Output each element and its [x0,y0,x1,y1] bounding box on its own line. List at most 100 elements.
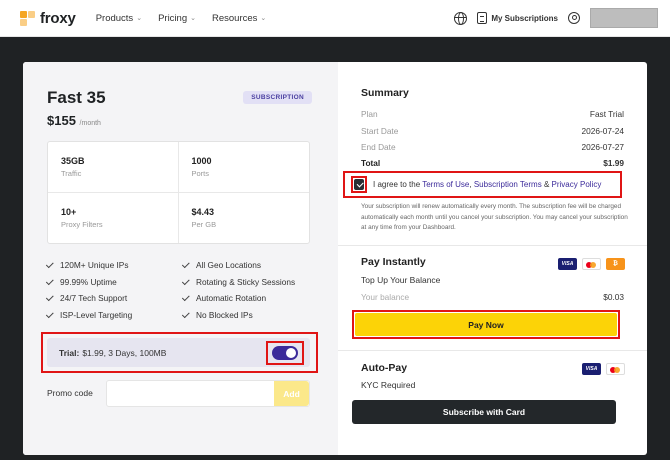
subscription-badge: SUBSCRIPTION [243,91,312,104]
nav-pricing[interactable]: Pricing ⌄ [158,13,196,24]
spec-label: Per GB [191,219,217,229]
check-icon [181,310,190,318]
check-icon [181,260,190,269]
feature-label: 120M+ Unique IPs [60,260,129,271]
summary-row-label: Start Date [361,126,399,136]
summary-row-value: Fast Trial [589,109,624,119]
feature-item: No Blocked IPs [181,309,317,321]
balance-label: Your balance [361,292,410,302]
toggle-highlight [266,341,304,365]
pay-now-highlight [352,310,620,339]
section-divider [338,245,647,246]
spec-label: Traffic [61,169,82,178]
ampersand: & [543,180,550,189]
feature-label: Automatic Rotation [196,293,267,304]
feature-label: 24/7 Tech Support [60,293,128,304]
spec-per-gb: $4.43 Per GB [179,193,310,244]
chevron-down-icon: ⌄ [190,15,196,22]
nav-products[interactable]: Products ⌄ [96,13,142,24]
feature-item: All Geo Locations [181,260,317,271]
spec-value: 10+ [61,206,77,217]
subscriptions-icon [477,12,488,24]
feature-label: ISP-Level Targeting [60,309,133,320]
my-subscriptions-label: My Subscriptions [491,13,558,23]
mastercard-icon [606,363,625,375]
check-icon [45,277,54,285]
spec-label: Proxy Filters [61,219,103,229]
section-divider [338,350,647,351]
nav-pricing-label: Pricing [158,12,188,24]
globe-icon[interactable] [454,11,468,25]
froxy-logo-icon [20,10,35,26]
feature-label: No Blocked IPs [196,309,253,320]
nav-resources-label: Resources [211,12,258,24]
redacted-username[interactable] [590,8,658,28]
nav-products-label: Products [95,12,134,24]
pay-instantly-title: Pay Instantly [361,256,426,268]
promo-code-input[interactable] [107,381,274,406]
feature-item: ISP-Level Targeting [45,309,183,321]
plan-panel: Fast 35 SUBSCRIPTION $155 /month 35GB Tr… [23,62,338,455]
check-icon [45,293,54,302]
feature-label: All Geo Locations [196,260,262,271]
agree-prefix: I agree to the [373,180,421,189]
bitcoin-icon: ₿ [606,258,625,270]
feature-label: 99.99% Uptime [60,276,117,287]
nav-resources[interactable]: Resources ⌄ [212,13,266,24]
froxy-logo[interactable]: froxy [20,10,76,27]
summary-row-total: Total $1.99 [361,158,624,168]
feature-item: 24/7 Tech Support [45,293,183,304]
checkbox-highlight [351,176,367,193]
subscribe-with-card-button[interactable]: Subscribe with Card [352,400,616,424]
privacy-policy-link[interactable]: Privacy Policy [552,180,602,189]
mastercard-icon [582,258,601,270]
price-amount: $155 [47,113,76,128]
pay-instantly-methods: VISA ₿ [558,258,625,270]
my-subscriptions-link[interactable]: My Subscriptions [477,12,558,24]
summary-row-value: 2026-07-27 [581,142,624,152]
user-icon[interactable] [568,12,580,24]
plan-price: $155 /month [47,113,101,128]
summary-row-end-date: End Date 2026-07-27 [361,142,624,152]
balance-value: $0.03 [603,292,624,302]
spec-label: Ports [191,169,210,178]
spec-value: 1000 [191,156,212,166]
summary-row-start-date: Start Date 2026-07-24 [361,126,624,136]
feature-item: 99.99% Uptime [45,276,183,288]
spec-proxy-filters: 10+ Proxy Filters [48,192,179,243]
feature-list: 120M+ Unique IPs All Geo Locations 99.99… [45,260,317,321]
plan-specs-grid: 35GB Traffic 1000 Ports 10+ Proxy Filter… [47,141,310,244]
summary-row-plan: Plan Fast Trial [361,109,624,119]
subscription-terms-link[interactable]: Subscription Terms [474,180,542,189]
feature-item: Rotating & Sticky Sessions [181,277,317,288]
summary-panel: Summary Plan Fast Trial Start Date 2026-… [338,62,647,455]
promo-code-label: Promo code [47,388,93,398]
check-icon [181,293,190,302]
renewal-fine-print: Your subscription will renew automatical… [361,203,628,231]
total-value: $1.99 [603,158,624,168]
promo-code-field: Add [106,380,310,407]
check-icon [45,310,54,318]
summary-title: Summary [361,87,409,99]
checkout-card: Fast 35 SUBSCRIPTION $155 /month 35GB Tr… [23,62,647,455]
terms-of-use-link[interactable]: Terms of Use [422,180,469,189]
total-label: Total [361,158,381,168]
spec-value: $4.43 [191,206,215,217]
summary-row-label: Plan [361,109,378,119]
auto-pay-title: Auto-Pay [361,362,408,374]
top-up-subtitle: Top Up Your Balance [361,275,441,285]
top-navigation-bar: froxy Products ⌄ Pricing ⌄ Resources ⌄ M… [0,0,670,37]
summary-row-value: 2026-07-24 [581,126,624,136]
plan-name: Fast 35 [47,88,106,107]
spec-value: 35GB [61,156,85,166]
balance-row: Your balance $0.03 [361,292,624,302]
chevron-down-icon: ⌄ [260,15,267,22]
visa-icon: VISA [582,363,601,375]
comma: , [469,180,472,189]
feature-item: Automatic Rotation [181,293,317,304]
price-period: /month [79,120,101,127]
spec-traffic: 35GB Traffic [48,142,179,193]
chevron-down-icon: ⌄ [136,15,143,22]
add-promo-button[interactable]: Add [274,381,309,406]
auto-pay-methods: VISA [582,363,625,375]
